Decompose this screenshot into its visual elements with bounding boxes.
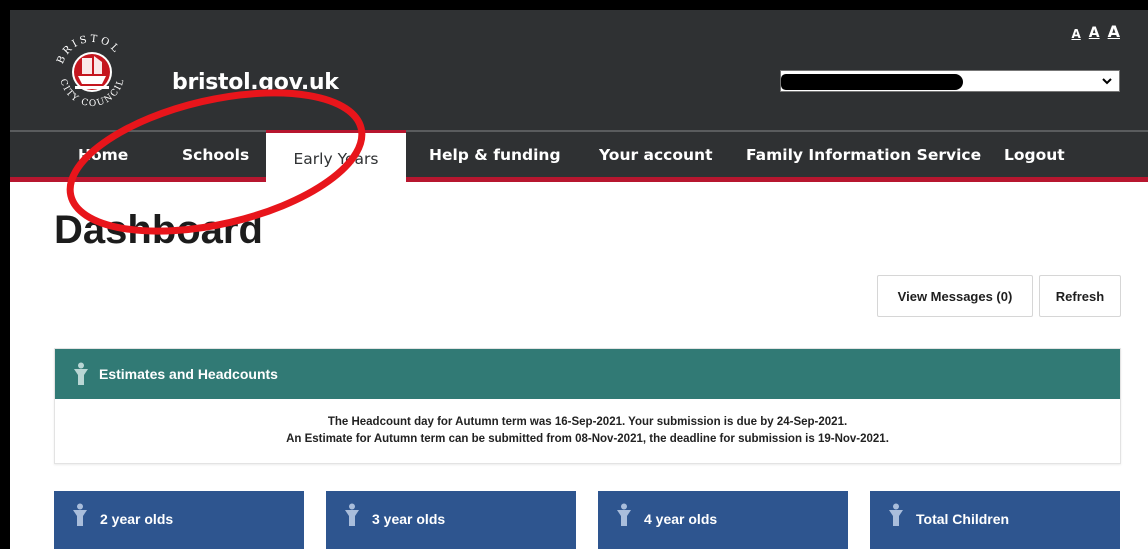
estimates-panel-title: Estimates and Headcounts	[99, 366, 278, 382]
nav-early-years[interactable]: Early Years	[266, 130, 406, 184]
child-icon	[345, 503, 359, 526]
text-size-medium[interactable]: A	[1089, 25, 1100, 41]
card-2-year-olds[interactable]: 2 year olds	[54, 491, 304, 549]
browser-viewport: BRISTOL CITY COUNCIL bristol.gov.uk A A …	[10, 10, 1148, 549]
child-icon	[617, 503, 631, 526]
estimates-panel-header: Estimates and Headcounts	[55, 349, 1120, 399]
nav-help-funding[interactable]: Help & funding	[429, 132, 561, 177]
site-header: BRISTOL CITY COUNCIL bristol.gov.uk A A …	[10, 10, 1148, 130]
site-name[interactable]: bristol.gov.uk	[172, 70, 339, 95]
main-nav: Home Schools Early Years Help & funding …	[10, 130, 1148, 184]
nav-schools[interactable]: Schools	[182, 132, 249, 177]
estimate-line: An Estimate for Autumn term can be submi…	[286, 433, 889, 445]
nav-logout[interactable]: Logout	[1004, 132, 1065, 177]
child-icon	[73, 503, 87, 526]
headcount-line: The Headcount day for Autumn term was 16…	[327, 416, 848, 428]
nav-home[interactable]: Home	[78, 132, 128, 177]
card-4-year-olds[interactable]: 4 year olds	[598, 491, 848, 549]
estimates-panel: Estimates and Headcounts The Headcount d…	[54, 348, 1121, 464]
card-label: 3 year olds	[372, 511, 446, 527]
refresh-button[interactable]: Refresh	[1039, 275, 1121, 317]
card-label: Total Children	[916, 511, 1010, 527]
card-3-year-olds[interactable]: 3 year olds	[326, 491, 576, 549]
text-size-small[interactable]: A	[1071, 27, 1080, 41]
nav-your-account[interactable]: Your account	[599, 132, 713, 177]
card-label: 4 year olds	[644, 511, 718, 527]
child-icon	[889, 503, 903, 526]
nav-family-information-service[interactable]: Family Information Service	[746, 132, 981, 177]
page-title: Dashboard	[54, 208, 263, 252]
redaction-mark	[781, 74, 963, 90]
account-select[interactable]	[780, 70, 1120, 92]
chevron-down-icon	[1102, 78, 1112, 85]
text-size-large[interactable]: A	[1108, 22, 1120, 41]
card-total-children[interactable]: Total Children	[870, 491, 1120, 549]
bristol-crest-logo[interactable]: BRISTOL CITY COUNCIL	[48, 28, 136, 116]
view-messages-button[interactable]: View Messages (0)	[877, 275, 1033, 317]
card-label: 2 year olds	[100, 511, 174, 527]
estimates-panel-body: The Headcount day for Autumn term was 16…	[55, 399, 1120, 448]
child-icon	[74, 362, 88, 385]
text-size-controls: A A A	[1071, 22, 1120, 41]
